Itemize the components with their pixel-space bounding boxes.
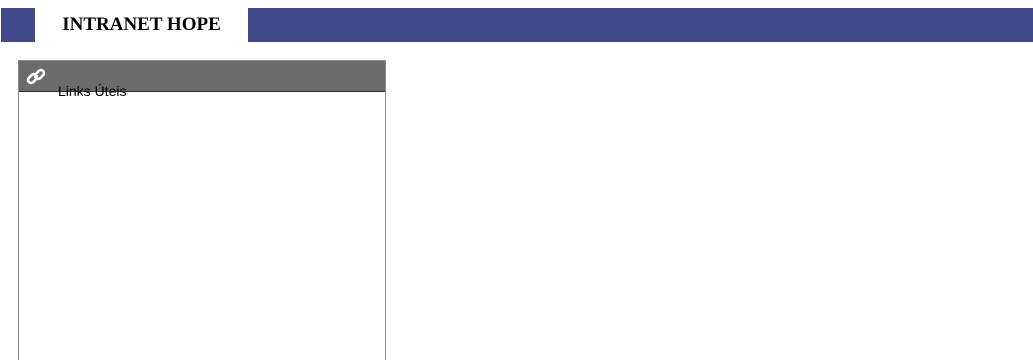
useful-links-panel: Links Úteis bbox=[18, 60, 386, 360]
header-right-band bbox=[248, 8, 1033, 42]
link-icon bbox=[25, 66, 47, 88]
panel-title: Links Úteis bbox=[58, 83, 127, 99]
top-header: INTRANET HOPE bbox=[0, 0, 1033, 44]
site-title[interactable]: INTRANET HOPE bbox=[36, 0, 247, 44]
header-left-band bbox=[1, 8, 35, 42]
